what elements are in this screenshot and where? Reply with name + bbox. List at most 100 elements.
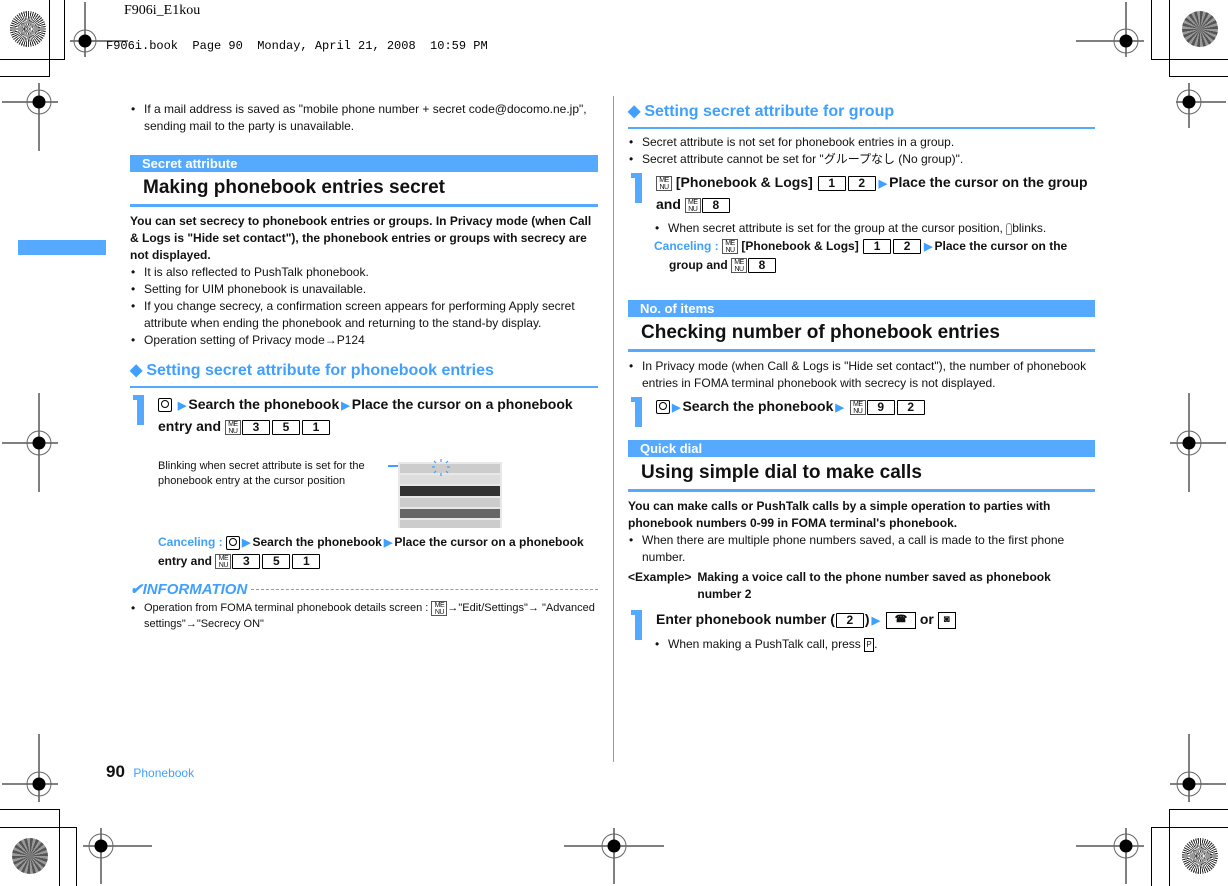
category-bar: Secret attribute xyxy=(130,155,598,172)
subsection-heading-text: Setting secret attribute for group xyxy=(644,103,895,120)
menu-key-icon: ME NU xyxy=(722,239,739,255)
key-5: 5 xyxy=(262,554,291,570)
diamond-icon: ◆ xyxy=(628,103,641,120)
phonebook-key-icon xyxy=(656,400,670,415)
key-1: 1 xyxy=(817,175,846,191)
call-key-icon: ☎ xyxy=(885,611,916,629)
right-column: ◆Setting secret attribute for group Secr… xyxy=(628,101,1095,653)
step-number-1 xyxy=(631,610,642,640)
menu-key-icon: ME NU xyxy=(656,175,672,191)
items-bullet: In Privacy mode (when Call & Logs is "Hi… xyxy=(628,358,1095,392)
section-lead: You can make calls or PushTalk calls by … xyxy=(628,499,1051,530)
group-note: When secret attribute is set for the gro… xyxy=(654,220,1095,237)
menu-key-icon: ME NU xyxy=(215,554,232,570)
arrow-icon: ▶ xyxy=(878,178,888,190)
phonebook-key-icon xyxy=(226,535,241,550)
quick-dial-bullet: When there are multiple phone numbers sa… xyxy=(628,532,1095,566)
section-bullet: Setting for UIM phonebook is unavailable… xyxy=(130,281,598,298)
arrow-icon: ▶ xyxy=(341,400,350,412)
menu-key-icon: ME NU xyxy=(684,197,701,213)
dashed-rule xyxy=(251,588,598,590)
arrow-icon: ▶ xyxy=(242,537,251,549)
column-divider xyxy=(613,96,614,762)
section-bullet: It is also reflected to PushTalk phonebo… xyxy=(130,264,598,281)
key-9: 9 xyxy=(866,399,895,415)
key-8: 8 xyxy=(748,258,777,274)
example-label: <Example> xyxy=(628,570,692,584)
step-number-1 xyxy=(133,395,144,425)
menu-key-icon: ME NU xyxy=(431,600,448,616)
section-bullet: Operation setting of Privacy mode→P124 xyxy=(130,332,598,349)
canceling-note: Canceling : ▶ Search the phonebook ▶ Place … xyxy=(158,533,598,570)
check-icon: ✔ xyxy=(130,581,143,598)
callout-text: Blinking when secret attribute is set fo… xyxy=(158,460,365,487)
left-column: If a mail address is saved as "mobile ph… xyxy=(130,101,598,436)
chapter-tab xyxy=(18,240,106,255)
page-footer: 90 Phonebook xyxy=(106,762,194,782)
canceling-label: Canceling : xyxy=(158,535,223,549)
step-number-1 xyxy=(631,397,642,427)
arrow-icon: ▶ xyxy=(871,615,881,627)
step-text: or xyxy=(919,611,934,627)
phonebook-key-icon xyxy=(158,398,172,413)
key-2: 2 xyxy=(896,399,925,415)
information-box: ✔INFORMATION Operation from FOMA termina… xyxy=(130,580,598,632)
category-bar: No. of items xyxy=(628,300,1095,317)
step-text: Search the phonebook xyxy=(682,398,834,414)
category-bar: Quick dial xyxy=(628,440,1095,457)
book-slug: F906i.book Page 90 Monday, April 21, 200… xyxy=(106,39,488,53)
step-1: ME NU [Phonebook & Logs] 1 2 ▶ Place the cu… xyxy=(628,172,1095,214)
note-text: When secret attribute is set for the gro… xyxy=(668,221,1003,235)
key-8: 8 xyxy=(701,197,730,213)
quick-dial-section: Quick dial Using simple dial to make cal… xyxy=(628,440,1095,653)
group-bullet: Secret attribute cannot be set for "グループ… xyxy=(628,151,1095,168)
canceling-note: Canceling : ME NU [Phonebook & Logs] 1 2 ▶… xyxy=(654,237,1095,274)
phonebook-entries-subsection: ◆ Setting secret attribute for phonebook … xyxy=(130,360,598,436)
key-3: 3 xyxy=(241,419,270,435)
key-1: 1 xyxy=(863,239,892,255)
information-text: Operation from FOMA terminal phonebook d… xyxy=(144,602,429,614)
key-2: 2 xyxy=(847,175,876,191)
note-text: . xyxy=(874,637,878,651)
secret-attribute-section: Secret attribute Making phonebook entrie… xyxy=(130,155,598,349)
section-title: Using simple dial to make calls xyxy=(628,457,1095,492)
menu-key-icon: ME NU xyxy=(224,419,241,435)
information-heading-text: INFORMATION xyxy=(142,580,248,598)
step-1: ▶ Search the phonebook ▶ Place the cursor o… xyxy=(130,394,598,436)
file-slug: F906i_E1kou xyxy=(124,3,201,18)
section-name: Phonebook xyxy=(133,766,195,780)
key-5: 5 xyxy=(271,419,300,435)
arrow-icon: ▶ xyxy=(835,402,844,414)
section-lead: You can set secrecy to phonebook entries… xyxy=(130,214,592,262)
intro-bullet: If a mail address is saved as "mobile ph… xyxy=(130,101,598,135)
key-1: 1 xyxy=(301,419,330,435)
arrow-icon: ▶ xyxy=(177,400,187,412)
note-text: When making a PushTalk call, press xyxy=(668,637,861,651)
step-text: ) xyxy=(864,611,870,627)
key-3: 3 xyxy=(232,554,261,570)
group-bullet: Secret attribute is not set for phoneboo… xyxy=(628,134,1095,151)
example-block: <Example> Making a voice call to the pho… xyxy=(628,569,1095,603)
items-section: No. of items Checking number of phoneboo… xyxy=(628,300,1095,427)
information-heading: ✔ INFORMATION xyxy=(130,580,598,598)
canceling-label: Canceling : xyxy=(654,239,719,253)
arrow-icon: ▶ xyxy=(383,537,393,549)
pushtalk-key-icon: P xyxy=(864,637,875,652)
step-1: ▶ Search the phonebook ▶ ME NU 9 2 xyxy=(628,396,1095,427)
step-text: Search the phonebook xyxy=(188,396,340,412)
subsection-heading: ◆ Setting secret attribute for phonebook … xyxy=(130,360,598,388)
canceling-text: [Phonebook & Logs] xyxy=(741,239,859,253)
arrow-icon: ▶ xyxy=(672,402,681,414)
blink-indicator-icon xyxy=(432,459,450,476)
group-subsection: ◆Setting secret attribute for group Secr… xyxy=(628,101,1095,274)
key-2: 2 xyxy=(835,612,864,628)
canceling-text: Search the phonebook xyxy=(252,535,382,549)
information-bullet: Operation from FOMA terminal phonebook d… xyxy=(130,600,598,632)
section-title: Checking number of phonebook entries xyxy=(628,317,1095,352)
page-number: 90 xyxy=(106,762,125,781)
menu-key-icon: ME NU xyxy=(731,258,748,274)
note-text: blinks. xyxy=(1012,221,1047,235)
example-text: Making a voice call to the phone number … xyxy=(697,570,1051,601)
diamond-icon: ◆ xyxy=(130,362,143,379)
step-text: [Phonebook & Logs] xyxy=(675,174,813,190)
